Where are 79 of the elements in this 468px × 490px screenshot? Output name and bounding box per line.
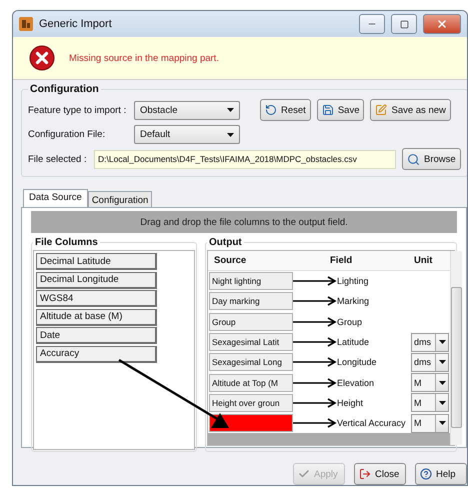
caret-icon: [438, 360, 446, 364]
source-cell[interactable]: Group: [209, 312, 293, 331]
arrow-icon: [293, 337, 337, 348]
arrow-icon: [293, 296, 337, 306]
app-icon: [19, 17, 33, 31]
group-title: File Columns: [34, 237, 99, 248]
unit-dropdown[interactable]: M: [411, 414, 449, 433]
pencil-page-icon: [375, 104, 388, 116]
unit-dropdown[interactable]: dms: [411, 332, 449, 352]
arrow-icon: [293, 357, 337, 368]
toolbar-button[interactable]: Save: [316, 99, 364, 121]
search-icon: [407, 152, 420, 166]
scrollbar[interactable]: [450, 251, 462, 445]
arrow-icon: [293, 398, 337, 408]
field-name: Group: [337, 316, 364, 327]
dialog-button[interactable]: Help: [415, 463, 467, 485]
caret-icon: [438, 400, 446, 405]
column-item[interactable]: Decimal Longitude: [36, 272, 157, 288]
caret-icon: [438, 421, 446, 426]
checkmark-icon: [298, 468, 310, 480]
unit-dropdown[interactable]: dms: [411, 352, 449, 372]
source-cell[interactable]: Altitude at Top (M: [209, 374, 293, 392]
field-label: Configuration File:: [28, 129, 106, 140]
unit-dropdown[interactable]: M: [411, 393, 449, 412]
field-name: Marking: [337, 296, 370, 306]
browse-button[interactable]: Browse: [402, 148, 461, 170]
tab[interactable]: Data Source: [23, 189, 88, 208]
dialog-button[interactable]: Close: [354, 463, 406, 485]
field-name: Latitude: [337, 337, 370, 348]
group-title: Configuration: [29, 83, 100, 95]
field-name: Lighting: [337, 276, 370, 286]
caret-icon: [227, 108, 234, 112]
minimize-button[interactable]: [359, 14, 385, 34]
column-item[interactable]: Accuracy: [36, 346, 157, 362]
unit-dropdown[interactable]: M: [411, 373, 449, 392]
maximize-button[interactable]: [391, 14, 417, 34]
column-header: Unit: [413, 255, 434, 266]
caret-icon: [438, 340, 446, 344]
hint-bar: Drag and drop the file columns to the output field.: [31, 211, 457, 233]
file-path-field[interactable]: D:\Local_Documents\D4F_Tests\IFAIMA_2018\MDPC_obstacles.csv: [94, 150, 396, 168]
column-header: Source: [213, 255, 248, 266]
arrow-icon: [293, 316, 337, 327]
source-cell[interactable]: Sexagesimal Long: [209, 353, 293, 372]
error-icon: [29, 45, 55, 71]
undo-icon: [265, 104, 277, 116]
caret-icon: [227, 132, 234, 136]
toolbar-button[interactable]: Save as new: [370, 99, 451, 121]
close-icon: [436, 18, 448, 30]
error-message: Missing source in the mapping part.: [69, 52, 219, 64]
column-item[interactable]: WGS84: [36, 290, 157, 307]
field-name: Vertical Accuracy: [337, 418, 407, 428]
column-item[interactable]: Date: [36, 327, 157, 344]
source-cell[interactable]: Sexagesimal Latit: [209, 333, 293, 352]
field-label: Feature type to import :: [28, 104, 128, 116]
feature-type-dropdown[interactable]: Obstacle: [134, 100, 240, 120]
toolbar-button[interactable]: Reset: [260, 99, 311, 121]
field-name: Longitude: [337, 357, 378, 368]
arrow-icon: [293, 418, 337, 428]
group-title: Output: [208, 237, 243, 248]
arrow-icon: [293, 378, 337, 388]
tab[interactable]: Configuration: [88, 191, 152, 208]
source-cell[interactable]: Night lighting: [209, 272, 293, 290]
source-cell[interactable]: Height over groun: [209, 394, 293, 412]
column-header: Field: [330, 255, 354, 266]
window-title: Generic Import: [39, 18, 113, 30]
maximize-icon: [400, 20, 408, 28]
arrow-icon: [293, 276, 337, 286]
caret-icon: [438, 380, 446, 385]
column-item[interactable]: Decimal Latitude: [36, 253, 157, 270]
column-item[interactable]: Altitude at base (M): [36, 308, 157, 326]
field-name: Elevation: [337, 378, 376, 388]
field-name: Height: [337, 398, 364, 408]
help-icon: [420, 468, 432, 480]
close-window-button[interactable]: [423, 14, 461, 34]
missing-source-cell[interactable]: [209, 414, 293, 432]
configuration-file-dropdown[interactable]: Default: [134, 125, 240, 144]
source-cell[interactable]: Day marking: [209, 292, 293, 310]
exit-door-icon: [359, 468, 371, 480]
field-label: File selected :: [28, 154, 88, 164]
